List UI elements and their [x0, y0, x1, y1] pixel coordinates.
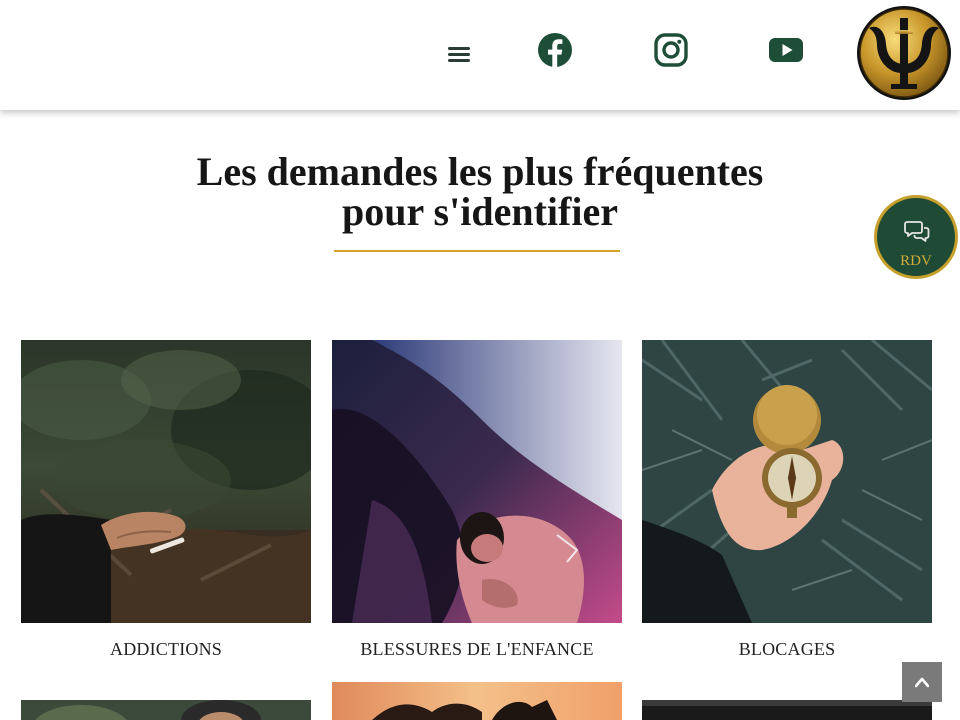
card-title: ADDICTIONS — [110, 639, 222, 659]
psi-logo-icon[interactable] — [855, 4, 953, 102]
card-blocages[interactable]: BLOCAGES — [642, 340, 932, 660]
scroll-to-top-button[interactable] — [902, 662, 942, 702]
instagram-icon[interactable] — [653, 32, 689, 68]
card-title: BLOCAGES — [738, 639, 836, 659]
rdv-button[interactable]: RDV — [874, 195, 958, 279]
card-image — [332, 340, 622, 623]
site-header — [0, 0, 960, 110]
card-addictions[interactable]: ADDICTIONS — [21, 340, 311, 660]
hamburger-menu-icon[interactable] — [448, 44, 470, 64]
facebook-icon[interactable] — [537, 32, 573, 68]
card-title: BLESSURES DE L'ENFANCE — [360, 639, 594, 659]
heading-line-2: pour s'identifier — [342, 189, 618, 234]
youtube-icon[interactable] — [768, 32, 804, 68]
card-image-row2-2[interactable] — [332, 682, 622, 720]
section-heading: Les demandes les plus fréquentes pour s'… — [0, 152, 960, 232]
card-image — [642, 340, 932, 623]
heading-line-1: Les demandes les plus fréquentes — [196, 149, 764, 194]
chat-bubbles-icon — [904, 221, 930, 242]
card-image-row2-3[interactable] — [642, 700, 932, 720]
heading-divider — [334, 250, 620, 252]
card-image-row2-1[interactable] — [21, 700, 311, 720]
card-image — [21, 340, 311, 623]
chevron-up-icon — [915, 677, 929, 688]
card-blessures-enfance[interactable]: BLESSURES DE L'ENFANCE — [332, 340, 622, 660]
rdv-label: RDV — [900, 253, 932, 269]
